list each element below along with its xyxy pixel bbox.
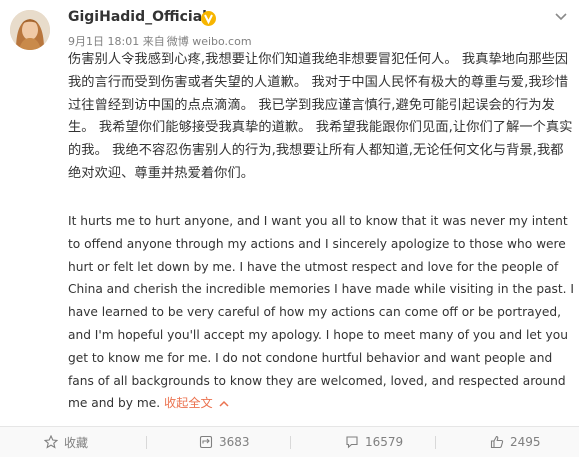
repost-button[interactable]: 3683 [199,427,250,457]
comment-button[interactable]: 16579 [345,427,403,457]
post-text-english: It hurts me to hurt anyone, and I want y… [68,210,578,415]
post-meta: 9月1日 18:01 来自 微博 weibo.com [68,33,252,49]
action-separator [146,436,147,449]
collapse-text-label: 收起全文 [164,396,213,411]
like-count: 2495 [510,435,541,449]
chevron-down-icon[interactable] [553,8,569,21]
post-source[interactable]: 微博 weibo.com [167,35,252,48]
action-separator [290,436,291,449]
favorite-button[interactable]: 收藏 [44,427,88,457]
source-prefix: 来自 [142,35,165,48]
repost-count: 3683 [219,435,250,449]
thumbs-up-icon [490,435,504,449]
post-text-english-body: It hurts me to hurt anyone, and I want y… [68,214,575,411]
avatar[interactable] [10,10,50,50]
collapse-text-link[interactable]: 收起全文 [164,396,229,410]
comment-count: 16579 [365,435,404,449]
chevron-up-icon [219,401,229,407]
comment-icon [346,436,358,449]
repost-icon [199,435,213,449]
verified-badge-icon [201,11,216,26]
favorite-label: 收藏 [64,435,89,450]
like-button[interactable]: 2495 [490,427,541,457]
action-separator [435,436,436,449]
star-icon [44,435,58,449]
weibo-post-card: GigiHadid_Official 9月1日 18:01 来自 微博 weibo… [0,0,579,457]
username[interactable]: GigiHadid_Official [68,9,207,25]
post-date[interactable]: 9月1日 18:01 [68,35,139,48]
post-text-chinese: 伤害别人令我感到心疼,我想要让你们知道我绝非想要冒犯任何人。 我真挚地向那些因我… [68,52,573,181]
